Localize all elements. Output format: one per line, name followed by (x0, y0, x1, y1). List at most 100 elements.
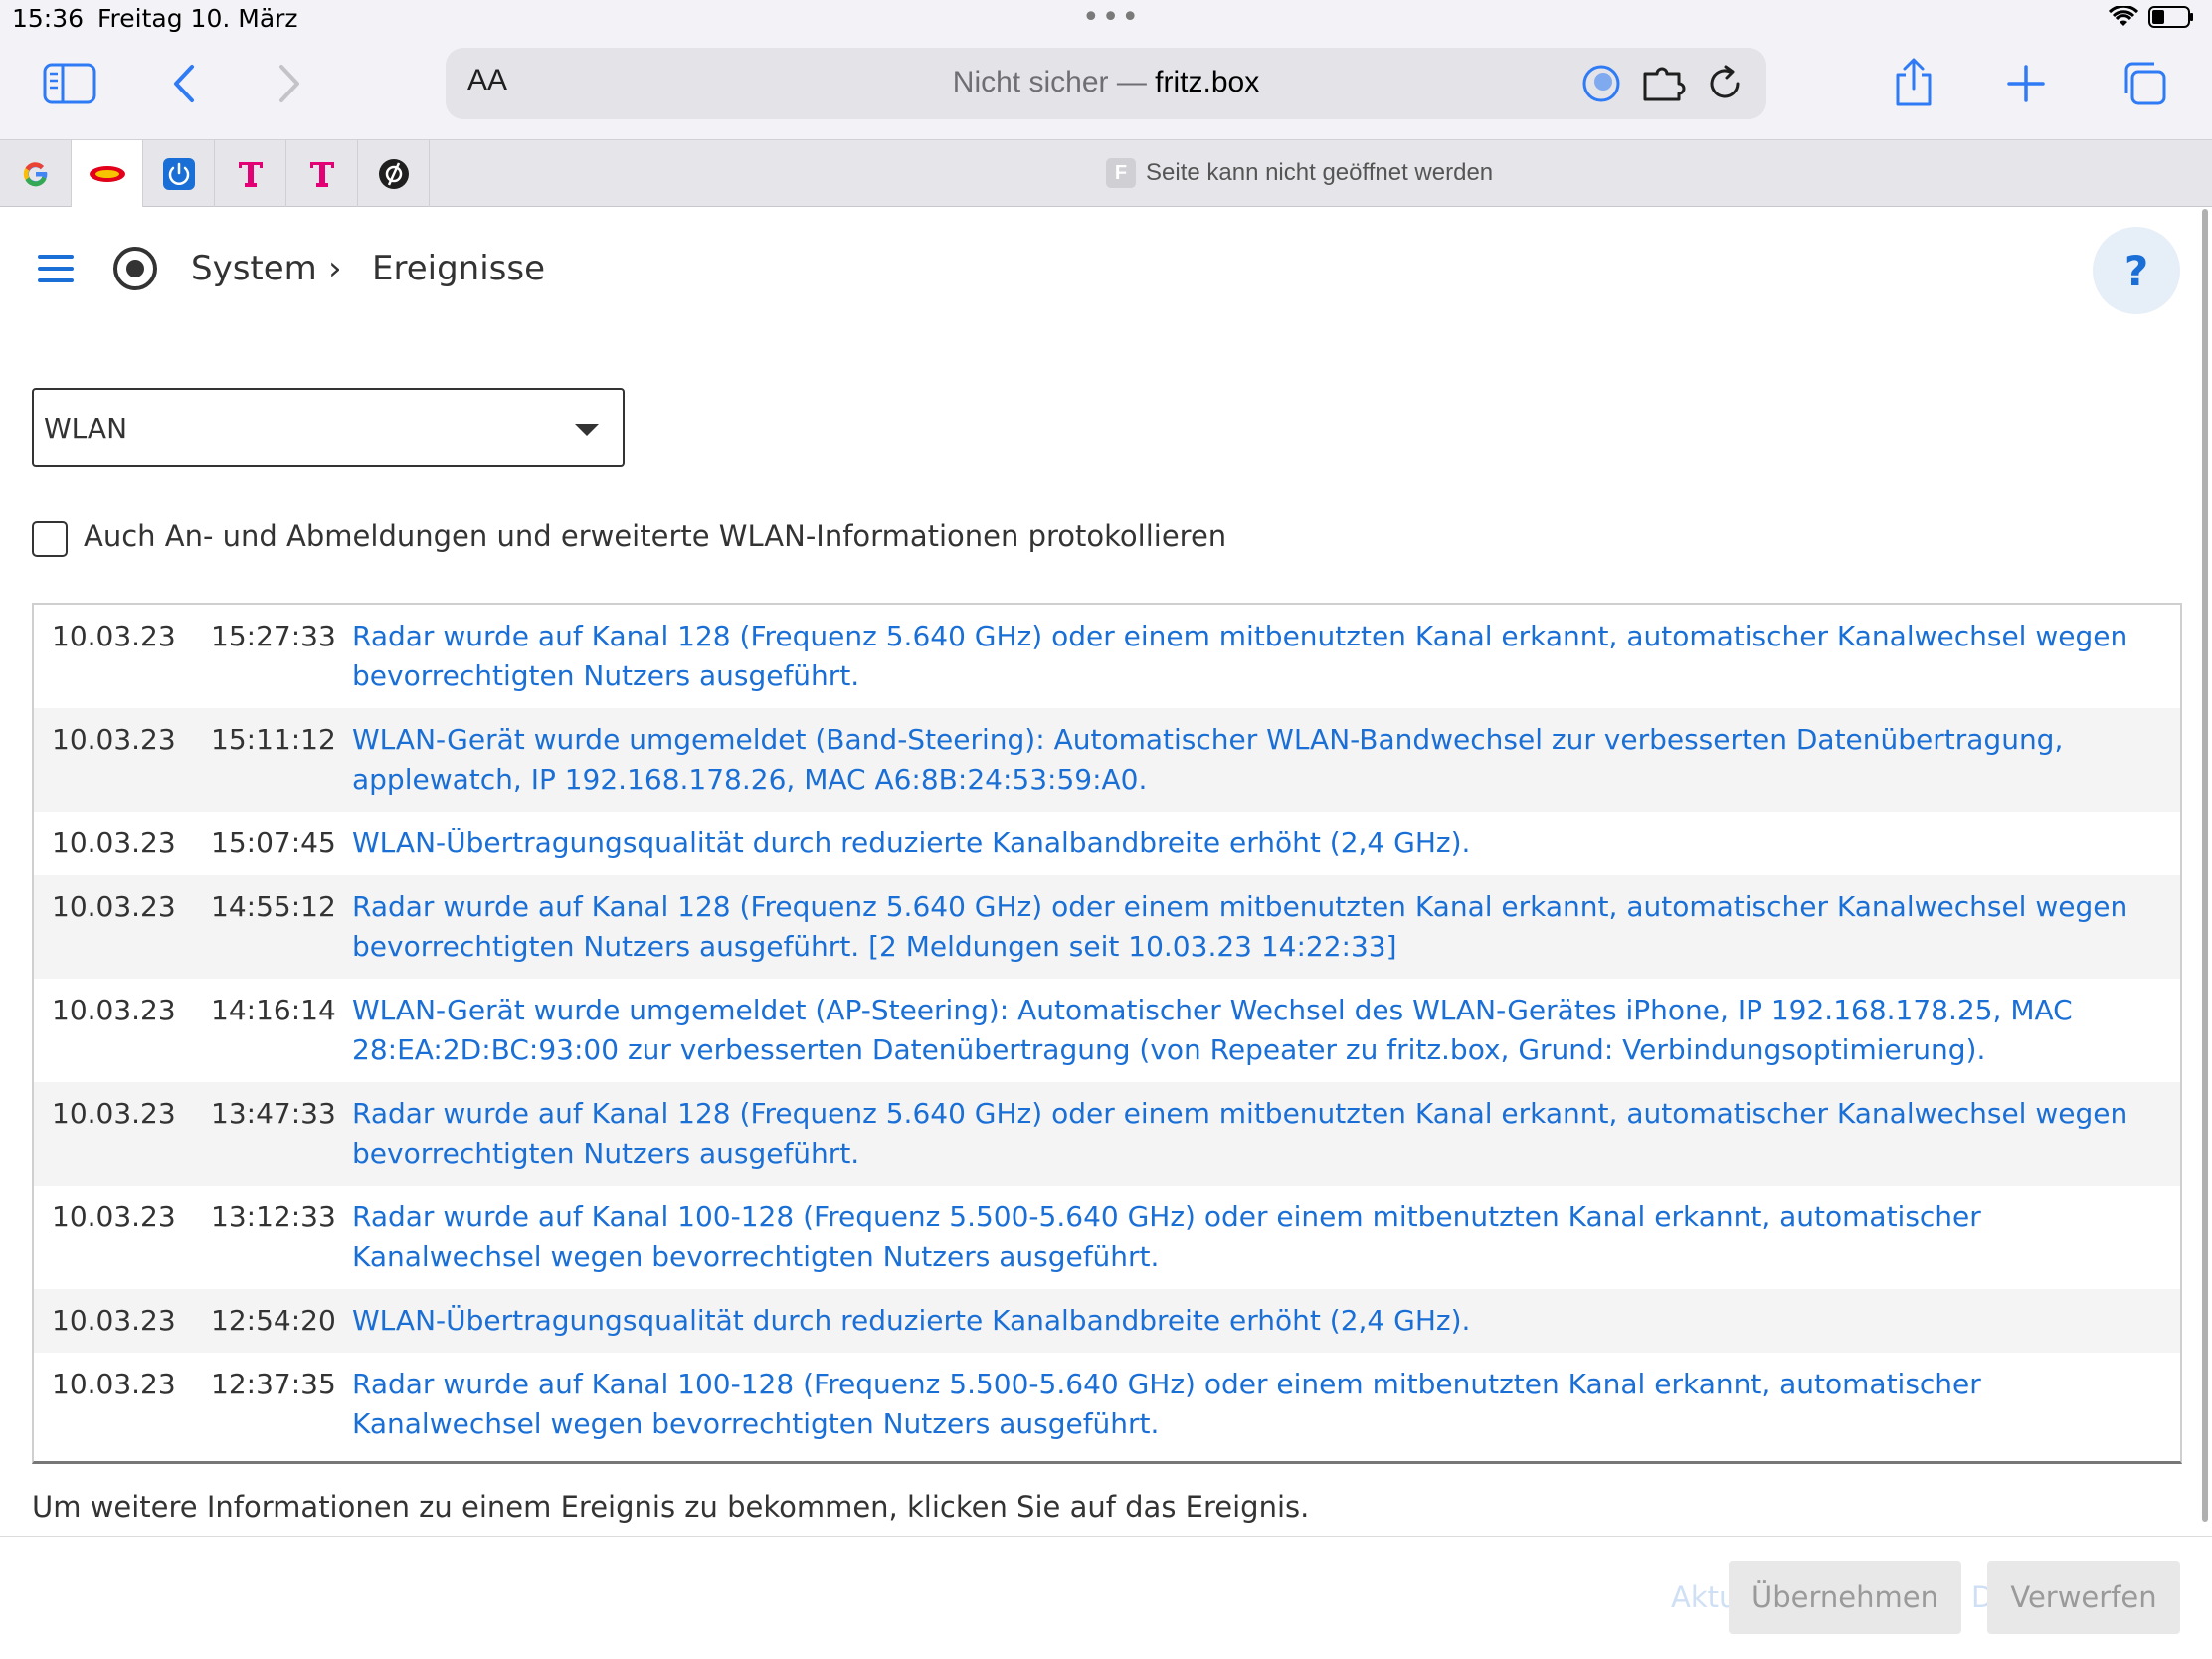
sidebar-icon (43, 63, 96, 104)
telekom-icon (309, 161, 334, 187)
breadcrumb-system[interactable]: System (191, 249, 317, 288)
favorite-dark[interactable] (358, 140, 430, 207)
extended-logging-checkbox[interactable] (32, 521, 68, 557)
system-icon (113, 247, 157, 290)
google-icon (23, 161, 47, 186)
table-row[interactable]: 10.03.23 15:27:33 Radar wurde auf Kanal … (34, 605, 2180, 708)
status-indicators (2109, 6, 2194, 28)
event-time: 14:55:12 (211, 890, 336, 923)
event-list[interactable]: 10.03.23 15:27:33 Radar wurde auf Kanal … (32, 603, 2182, 1464)
fritzbox-page: System › Ereignisse ? WLAN Auch An- und … (0, 207, 2212, 1659)
menu-icon[interactable] (38, 255, 74, 282)
reload-button[interactable] (1703, 62, 1747, 105)
event-message[interactable]: WLAN-Übertragungsqualität durch reduzier… (352, 824, 2180, 863)
discard-button[interactable]: Verwerfen (1987, 1561, 2180, 1634)
extension-puzzle-icon (1643, 67, 1686, 101)
event-date: 10.03.23 (52, 620, 176, 652)
event-filter-value: WLAN (44, 412, 128, 445)
event-time: 14:16:14 (211, 994, 336, 1026)
event-message[interactable]: WLAN-Gerät wurde umgemeldet (Band-Steeri… (352, 720, 2180, 800)
extended-logging-label[interactable]: Auch An- und Abmeldungen und erweiterte … (84, 519, 1226, 553)
table-row[interactable]: 10.03.23 13:47:33 Radar wurde auf Kanal … (34, 1082, 2180, 1186)
circle-logo-icon (378, 158, 409, 189)
event-message[interactable]: Radar wurde auf Kanal 100-128 (Frequenz … (352, 1198, 2180, 1277)
event-message[interactable]: WLAN-Übertragungsqualität durch reduzier… (352, 1301, 2180, 1341)
event-message[interactable]: Radar wurde auf Kanal 128 (Frequenz 5.64… (352, 1094, 2180, 1174)
event-time: 12:37:35 (211, 1368, 336, 1400)
share-button[interactable] (1886, 54, 1941, 111)
plus-icon (2007, 65, 2045, 102)
event-date: 10.03.23 (52, 827, 176, 859)
favorite-fritzbox[interactable] (72, 140, 143, 207)
battery-icon (2148, 6, 2193, 28)
event-time: 15:07:45 (211, 827, 336, 859)
page-scrollbar[interactable] (2202, 209, 2208, 1522)
address-bar[interactable]: AA Nicht sicher — fritz.box (446, 48, 1766, 119)
breadcrumb-separator: › (328, 249, 342, 288)
active-tab-title[interactable]: F Seite kann nicht geöffnet werden (1106, 158, 1493, 188)
favorite-power[interactable] (143, 140, 215, 207)
event-date: 10.03.23 (52, 723, 176, 756)
table-row[interactable]: 10.03.23 12:54:20 WLAN-Übertragungsquali… (34, 1289, 2180, 1353)
event-date: 10.03.23 (52, 1200, 176, 1233)
privacy-shield-icon (1582, 65, 1620, 102)
breadcrumb-events: Ereignisse (372, 249, 546, 288)
share-icon (1896, 58, 1932, 106)
event-time: 15:27:33 (211, 620, 336, 652)
event-time: 13:12:33 (211, 1200, 336, 1233)
status-time: 15:36 (12, 4, 85, 33)
event-time: 15:11:12 (211, 723, 336, 756)
wifi-icon (2109, 6, 2138, 26)
reload-icon (1710, 65, 1740, 98)
chevron-right-icon (279, 65, 299, 102)
event-message[interactable]: Radar wurde auf Kanal 128 (Frequenz 5.64… (352, 887, 2180, 967)
table-row[interactable]: 10.03.23 15:11:12 WLAN-Gerät wurde umgem… (34, 708, 2180, 812)
telekom-icon (238, 161, 263, 187)
favorite-telekom-2[interactable] (286, 140, 358, 207)
tabs-icon (2124, 62, 2166, 105)
event-date: 10.03.23 (52, 1304, 176, 1337)
event-message[interactable]: Radar wurde auf Kanal 128 (Frequenz 5.64… (352, 617, 2180, 696)
caret-down-icon (575, 424, 599, 436)
apply-button[interactable]: Übernehmen (1729, 1561, 1961, 1634)
favorites-bar: F Seite kann nicht geöffnet werden (0, 139, 2212, 207)
browser-toolbar: 15:36 Freitag 10. März ••• AA Nicht sich… (0, 0, 2212, 139)
action-footer: Aktu D Übernehmen Verwerfen (0, 1536, 2212, 1659)
power-icon (162, 157, 195, 190)
table-row[interactable]: 10.03.23 14:16:14 WLAN-Gerät wurde umgem… (34, 979, 2180, 1082)
multitasking-dots[interactable]: ••• (1082, 0, 1141, 35)
url-text[interactable]: Nicht sicher — fritz.box (446, 66, 1766, 99)
table-row[interactable]: 10.03.23 13:12:33 Radar wurde auf Kanal … (34, 1186, 2180, 1289)
tab-favicon: F (1106, 158, 1136, 188)
table-row[interactable]: 10.03.23 15:07:45 WLAN-Übertragungsquali… (34, 812, 2180, 875)
refresh-button-ghost: Aktu (1671, 1580, 1738, 1614)
event-hint: Um weitere Informationen zu einem Ereign… (32, 1490, 1310, 1524)
help-button[interactable]: ? (2093, 227, 2180, 314)
favorite-telekom-1[interactable] (215, 140, 286, 207)
event-date: 10.03.23 (52, 1097, 176, 1130)
event-message[interactable]: WLAN-Gerät wurde umgemeldet (AP-Steering… (352, 991, 2180, 1070)
event-date: 10.03.23 (52, 1368, 176, 1400)
event-time: 12:54:20 (211, 1304, 336, 1337)
fritz-logo-icon (89, 165, 125, 182)
new-tab-button[interactable] (2001, 60, 2051, 107)
favorite-google[interactable] (0, 140, 72, 207)
forward-button[interactable] (271, 60, 310, 107)
url-host: fritz.box (1155, 66, 1260, 98)
privacy-report-button[interactable] (1579, 62, 1623, 105)
back-button[interactable] (163, 60, 203, 107)
event-filter-select[interactable]: WLAN (32, 388, 625, 467)
status-date: Freitag 10. März (97, 4, 298, 33)
event-message[interactable]: Radar wurde auf Kanal 100-128 (Frequenz … (352, 1365, 2180, 1444)
event-time: 13:47:33 (211, 1097, 336, 1130)
table-row[interactable]: 10.03.23 12:37:35 Radar wurde auf Kanal … (34, 1353, 2180, 1456)
table-row[interactable]: 10.03.23 14:55:12 Radar wurde auf Kanal … (34, 875, 2180, 979)
tab-overview-button[interactable] (2119, 58, 2170, 109)
sidebar-toggle-button[interactable] (40, 60, 99, 107)
event-date: 10.03.23 (52, 994, 176, 1026)
tab-title-text: Seite kann nicht geöffnet werden (1146, 159, 1494, 186)
security-label: Nicht sicher — (952, 66, 1156, 98)
extensions-button[interactable] (1639, 62, 1689, 105)
chevron-left-icon (174, 65, 194, 102)
event-date: 10.03.23 (52, 890, 176, 923)
